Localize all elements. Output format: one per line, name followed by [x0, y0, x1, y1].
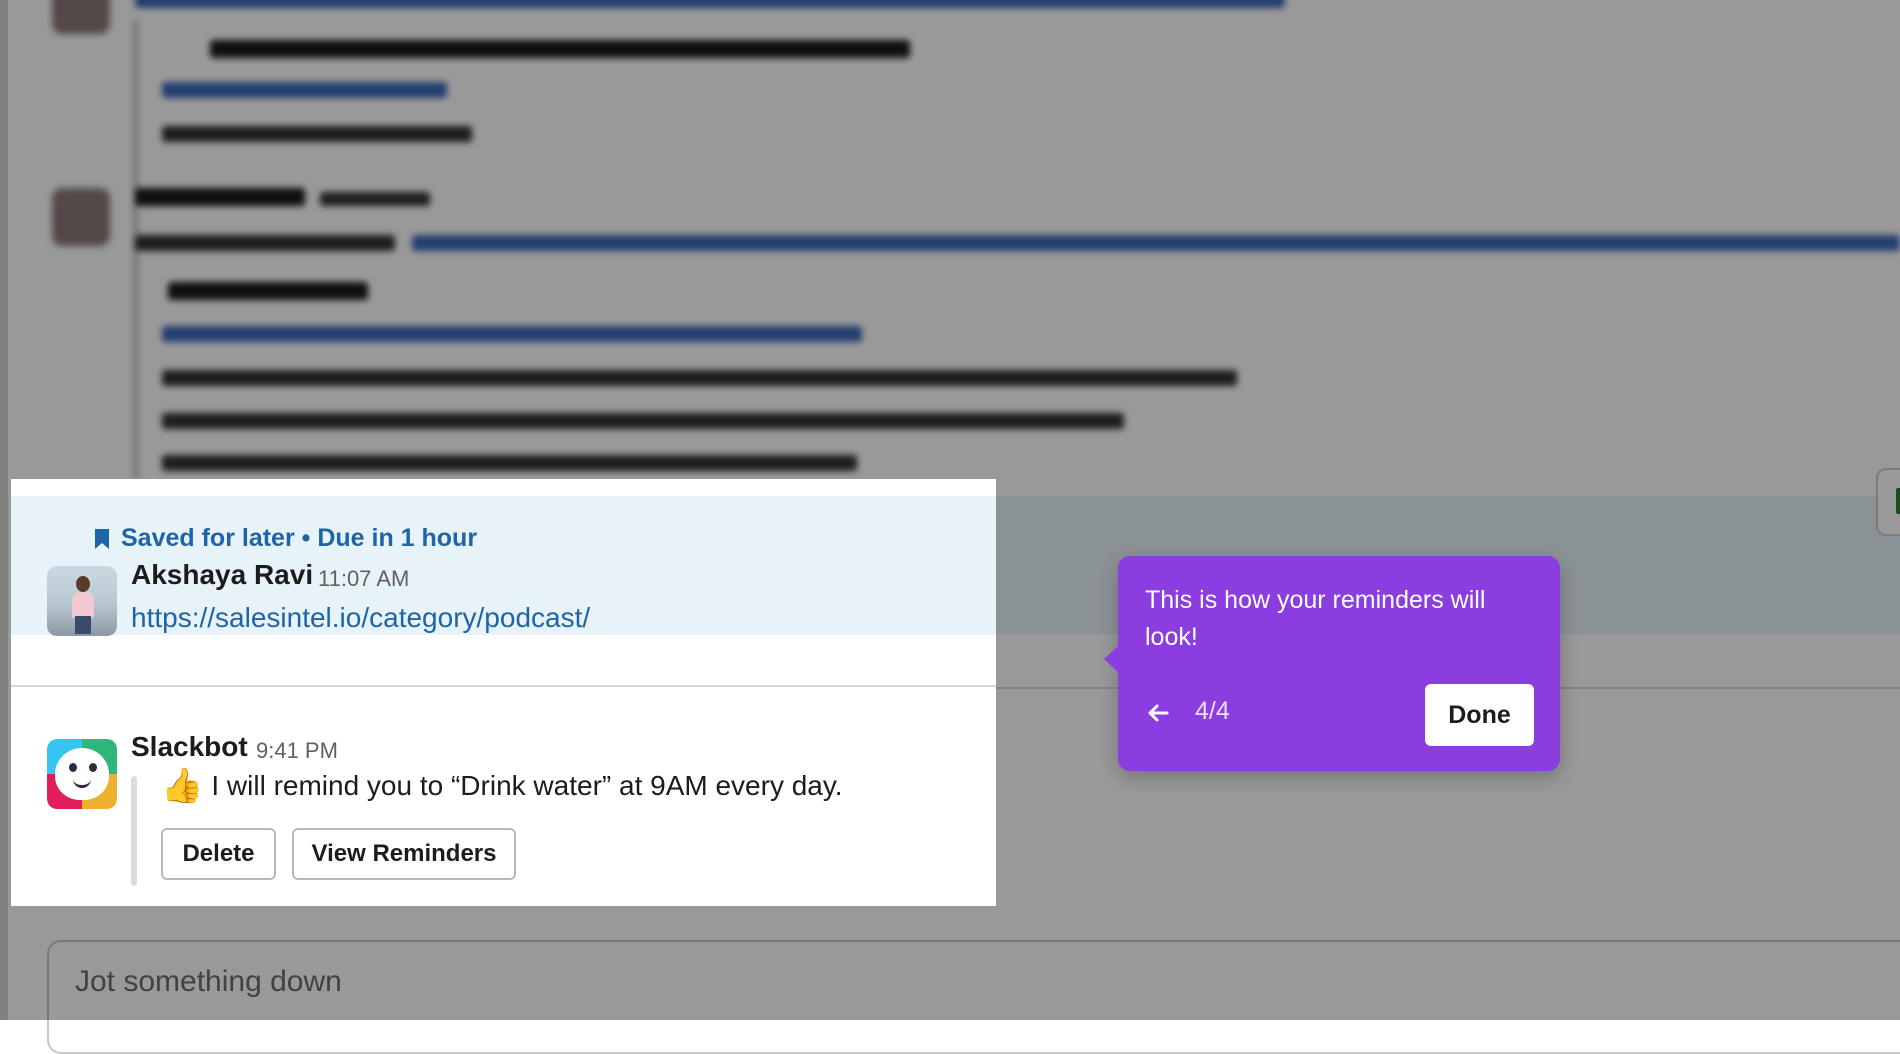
- tooltip-pointer: [1104, 645, 1119, 673]
- saved-status-text: Saved for later • Due in 1 hour: [121, 524, 478, 552]
- message-link[interactable]: https://salesintel.io/category/podcast/: [131, 602, 590, 634]
- view-reminders-button[interactable]: View Reminders: [292, 828, 516, 880]
- tooltip-message: This is how your reminders will look!: [1145, 586, 1486, 651]
- reminder-preview-spotlight: Saved for later • Due in 1 hour Akshaya …: [11, 479, 996, 906]
- delete-button[interactable]: Delete: [161, 828, 276, 880]
- attachment-bar: [131, 776, 137, 886]
- slackbot-time[interactable]: 9:41 PM: [256, 738, 338, 764]
- saved-status: Saved for later • Due in 1 hour: [95, 524, 477, 553]
- done-button[interactable]: Done: [1425, 684, 1534, 746]
- slackbot-message: 👍 I will remind you to “Drink water” at …: [161, 769, 843, 803]
- saved-message-block: Saved for later • Due in 1 hour Akshaya …: [11, 496, 996, 636]
- onboarding-tooltip: This is how your reminders will look! 4/…: [1104, 556, 1560, 771]
- step-counter: 4/4: [1195, 697, 1230, 725]
- slackbot-avatar[interactable]: [47, 739, 117, 809]
- thumbs-up-icon: 👍: [161, 767, 204, 805]
- reminder-text: I will remind you to “Drink water” at 9A…: [211, 770, 843, 801]
- bookmark-icon: [95, 528, 109, 549]
- message-time[interactable]: 11:07 AM: [318, 566, 409, 592]
- back-arrow-icon[interactable]: [1145, 700, 1171, 726]
- author-name[interactable]: Akshaya Ravi: [131, 559, 313, 591]
- slackbot-name[interactable]: Slackbot: [131, 731, 248, 763]
- message-divider: [11, 685, 996, 687]
- avatar[interactable]: [47, 566, 117, 636]
